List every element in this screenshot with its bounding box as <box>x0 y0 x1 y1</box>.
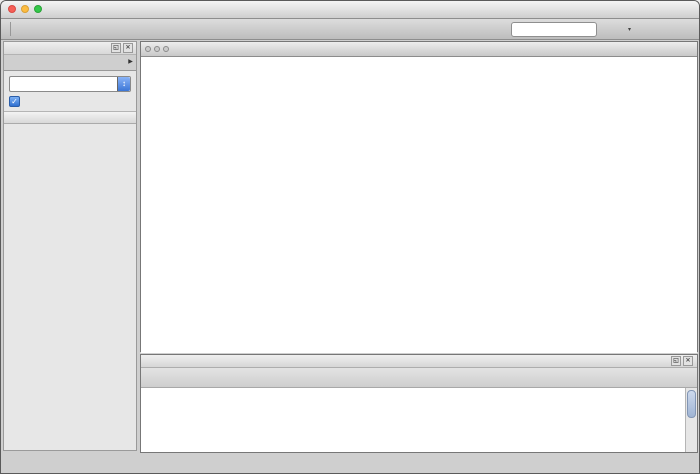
toolbar-separator <box>10 22 11 36</box>
network-canvas[interactable] <box>141 57 697 353</box>
frame-minimize-icon[interactable] <box>154 46 160 52</box>
frame-close-icon[interactable] <box>145 46 151 52</box>
traffic-lights <box>8 5 42 13</box>
close-panel-icon[interactable]: ✕ <box>123 43 133 53</box>
control-panel: ◱ ✕ ▶ ↕ <box>3 41 137 451</box>
dropdown-arrows-icon: ↕ <box>117 77 130 91</box>
window-titlebar[interactable] <box>1 1 699 19</box>
frame-maximize-icon[interactable] <box>163 46 169 52</box>
search-box[interactable]: ▾ <box>511 22 597 37</box>
network-window <box>140 41 698 352</box>
data-panel-header: ◱ ✕ <box>141 355 697 368</box>
search-input[interactable] <box>512 24 628 34</box>
float-panel-icon[interactable]: ◱ <box>111 43 121 53</box>
color-attribute-dropdown[interactable]: ↕ <box>9 76 131 92</box>
tree-header[interactable] <box>4 112 136 124</box>
table-scrollbar[interactable] <box>685 388 697 453</box>
search-dropdown-arrow-icon[interactable]: ▾ <box>628 26 633 33</box>
control-panel-tabs: ▶ <box>4 55 136 71</box>
select-nodes-checkbox[interactable] <box>9 96 131 107</box>
data-panel: ◱ ✕ <box>140 354 698 453</box>
minimize-window-button[interactable] <box>21 5 29 13</box>
main-toolbar: ▾ <box>1 19 699 40</box>
network-window-titlebar[interactable] <box>141 42 697 57</box>
close-data-panel-icon[interactable]: ✕ <box>683 356 693 366</box>
close-window-button[interactable] <box>8 5 16 13</box>
attribute-table-wrap <box>141 388 697 453</box>
checkbox-check-icon <box>9 96 20 107</box>
float-data-panel-icon[interactable]: ◱ <box>671 356 681 366</box>
scrollbar-thumb[interactable] <box>687 390 696 418</box>
zoom-window-button[interactable] <box>34 5 42 13</box>
data-panel-toolbar <box>141 368 697 388</box>
frame-buttons <box>145 46 169 52</box>
cytoscape-window: ▾ ◱ ✕ ▶ ↕ <box>0 0 700 474</box>
control-panel-header: ◱ ✕ <box>4 42 136 55</box>
tab-overflow-arrow-icon[interactable]: ▶ <box>125 55 136 70</box>
status-bar <box>1 463 699 473</box>
node-color-selection-group: ↕ <box>4 71 136 112</box>
